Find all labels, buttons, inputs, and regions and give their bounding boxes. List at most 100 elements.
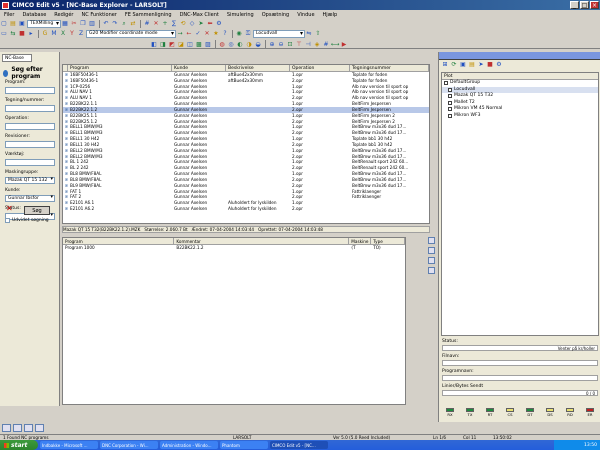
minimize-button[interactable]: _: [570, 1, 579, 9]
operation-input[interactable]: [5, 123, 55, 130]
port-select[interactable]: Locudvall: [253, 29, 305, 38]
view-top-icon[interactable]: ⊤: [295, 40, 303, 48]
dnc-add-icon[interactable]: ⊞: [441, 61, 449, 69]
send-icon[interactable]: ➤: [197, 20, 205, 28]
dnc-panel-icon[interactable]: [24, 424, 33, 432]
y-axis-icon[interactable]: Y: [68, 30, 76, 38]
clock[interactable]: 13:50: [584, 443, 597, 448]
nc-base-panel-icon[interactable]: [2, 424, 11, 432]
arrow-right-icon[interactable]: →: [176, 30, 184, 38]
detail-header-comment[interactable]: Kommentar: [174, 238, 350, 244]
cut-icon[interactable]: ✂: [70, 20, 78, 28]
editor-panel-icon[interactable]: [35, 424, 44, 432]
dnc-stop-icon[interactable]: ■: [486, 61, 494, 69]
tool-k-icon[interactable]: ◑: [245, 40, 253, 48]
start-button[interactable]: start: [0, 440, 38, 450]
redo-icon[interactable]: ↷: [111, 20, 119, 28]
search-button[interactable]: Søg: [24, 206, 50, 215]
header-drawing-number[interactable]: Tegningsnummer: [350, 65, 429, 71]
customer-select[interactable]: Gunnar Ibsfor: [5, 195, 55, 202]
tool-b-icon[interactable]: ◨: [159, 40, 167, 48]
tool-l-icon[interactable]: ◒: [254, 40, 262, 48]
drawing-number-input[interactable]: [5, 105, 55, 112]
zoom-in-icon[interactable]: ⊕: [268, 40, 276, 48]
tool-j-icon[interactable]: ◐: [236, 40, 244, 48]
program-input[interactable]: [5, 87, 55, 94]
extended-search-checkbox[interactable]: [5, 218, 10, 223]
stop-icon[interactable]: ■: [18, 30, 26, 38]
simulate-icon[interactable]: ▶: [340, 40, 348, 48]
menu-edit[interactable]: Redigér: [54, 12, 73, 18]
modifier-select[interactable]: G20 Modifier coordinate mode: [86, 29, 176, 38]
view-iso-icon[interactable]: ◈: [313, 40, 321, 48]
dnc-folder-icon[interactable]: ▤: [468, 61, 476, 69]
table-row[interactable]: ⊞E2101 A6.2Gunnar AxelsenAluholdert for …: [63, 206, 429, 212]
help-icon[interactable]: ?: [221, 30, 229, 38]
menu-window[interactable]: Vindue: [297, 12, 314, 18]
dnc-send-icon[interactable]: ➤: [477, 61, 485, 69]
close-button[interactable]: ×: [590, 1, 599, 9]
menu-simulation[interactable]: Simulering: [227, 12, 254, 18]
task-admin[interactable]: Administration - Windo...: [160, 441, 218, 449]
upload-icon[interactable]: ⇧: [314, 30, 322, 38]
remove-icon[interactable]: ✕: [152, 20, 160, 28]
check-icon[interactable]: ✓: [194, 30, 202, 38]
compare-icon[interactable]: ⇆: [9, 30, 17, 38]
receive-icon[interactable]: ⬅: [206, 20, 214, 28]
clear-icon[interactable]: ✕: [6, 205, 14, 213]
delete-program-icon[interactable]: [428, 267, 435, 274]
tree-node-machine[interactable]: Mikron WF3: [442, 113, 598, 120]
window-icon[interactable]: ▭: [0, 30, 8, 38]
menu-file[interactable]: Filer: [4, 12, 14, 18]
nc-base-tab[interactable]: NC-Base: [2, 54, 32, 62]
grid-icon[interactable]: #: [322, 40, 330, 48]
g-code-icon[interactable]: G: [41, 30, 49, 38]
renumber-icon[interactable]: #: [143, 20, 151, 28]
header-customer[interactable]: Kunde: [172, 65, 226, 71]
header-program[interactable]: Program: [68, 65, 172, 71]
save-icon[interactable]: ▣: [18, 20, 26, 28]
header-operation[interactable]: Operation: [290, 65, 350, 71]
machine-type-select[interactable]: TEXMilling: [27, 19, 61, 28]
task-cimco[interactable]: CIMCO Edit v5 - [NC...: [270, 441, 328, 449]
zoom-fit-icon[interactable]: ⊡: [286, 40, 294, 48]
menu-compare[interactable]: FE Sammenligning: [125, 12, 172, 18]
menu-help[interactable]: Hjælp: [323, 12, 338, 18]
tool-e-icon[interactable]: ◫: [186, 40, 194, 48]
settings-icon[interactable]: ⚙: [215, 20, 223, 28]
delete-icon[interactable]: ✕: [203, 30, 211, 38]
menu-database[interactable]: Database: [22, 12, 46, 18]
plot-icon[interactable]: ◉: [235, 30, 243, 38]
menu-nc-functions[interactable]: NC Funktioner: [82, 12, 117, 18]
arrow-left-icon[interactable]: ←: [185, 30, 193, 38]
revision-input[interactable]: [5, 141, 55, 148]
extended-search-row[interactable]: Udvidet søgning: [5, 218, 49, 223]
tool-input[interactable]: [5, 159, 55, 166]
tool-i-icon[interactable]: ◎: [227, 40, 235, 48]
m-code-icon[interactable]: M: [50, 30, 58, 38]
menu-setup[interactable]: Opsætning: [262, 12, 290, 18]
machine-group-select[interactable]: Mazak QT 15 132: [5, 177, 55, 184]
tool-g-icon[interactable]: ▨: [204, 40, 212, 48]
x-axis-icon[interactable]: X: [59, 30, 67, 38]
dnc-config-icon[interactable]: ⚙: [495, 61, 503, 69]
tool-c-icon[interactable]: ◩: [168, 40, 176, 48]
backplot-icon[interactable]: ◇: [188, 20, 196, 28]
measure-icon[interactable]: ⟷: [331, 40, 340, 48]
view-side-icon[interactable]: ⊣: [304, 40, 312, 48]
file-panel-icon[interactable]: [13, 424, 22, 432]
tool-d-icon[interactable]: ◪: [177, 40, 185, 48]
tool-a-icon[interactable]: ◧: [150, 40, 158, 48]
detail-row[interactable]: Program 1000 B22BK22.1.2 (T TO): [63, 245, 405, 251]
task-outlook[interactable]: Indbakke - Microsoft ...: [40, 441, 98, 449]
replace-icon[interactable]: ⇄: [129, 20, 137, 28]
edit-program-icon[interactable]: [428, 247, 435, 254]
task-dnc-corp[interactable]: DNC Corporation - Wi...: [100, 441, 158, 449]
task-phantom[interactable]: Phantom: [220, 441, 268, 449]
detail-header-program[interactable]: Program: [63, 238, 175, 244]
step-icon[interactable]: ▸: [27, 30, 35, 38]
lock-icon[interactable]: ⚿: [244, 30, 252, 38]
tool-f-icon[interactable]: ▩: [195, 40, 203, 48]
open-program-icon[interactable]: [428, 237, 435, 244]
maximize-button[interactable]: □: [580, 1, 589, 9]
